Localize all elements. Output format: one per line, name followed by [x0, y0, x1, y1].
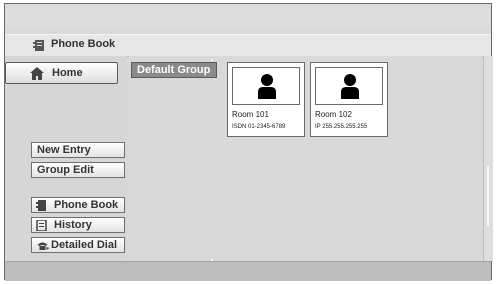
scrollbar-thumb[interactable]: [487, 166, 489, 226]
page-title: Phone Book: [51, 38, 116, 50]
entry-photo: [315, 67, 383, 105]
detailed-dial-button[interactable]: Detailed Dial: [31, 237, 125, 253]
entry-name: Room 101: [232, 110, 269, 119]
phone-book-label: Phone Book: [54, 199, 119, 211]
home-label: Home: [52, 67, 83, 79]
group-label: Default Group: [137, 64, 211, 76]
history-label: History: [54, 219, 92, 231]
phone-dial-icon: [37, 242, 50, 250]
new-entry-label: New Entry: [37, 144, 91, 156]
person-icon: [341, 74, 359, 99]
history-button[interactable]: History: [31, 217, 125, 233]
new-entry-button[interactable]: New Entry: [31, 142, 125, 158]
entry-address: ISDN 01-2345-6789: [232, 124, 286, 130]
history-icon: [36, 220, 47, 231]
phone-book-icon: [36, 200, 46, 211]
phone-book-entry-card[interactable]: Room 102 IP 255.255.255.255: [310, 62, 388, 137]
header-bar: Phone Book: [5, 34, 491, 57]
phone-book-button[interactable]: Phone Book: [31, 197, 125, 213]
detailed-dial-label: Detailed Dial: [51, 239, 118, 251]
person-icon: [258, 74, 276, 99]
bottom-status-bar: [5, 261, 491, 281]
entry-address: IP 255.255.255.255: [315, 124, 368, 130]
scroll-up-indicator: [211, 59, 213, 61]
entry-name: Room 102: [315, 110, 352, 119]
home-button[interactable]: Home: [5, 62, 118, 84]
phone-book-window: Phone Book Home New Entry Group Edit Pho…: [4, 3, 493, 281]
group-edit-button[interactable]: Group Edit: [31, 162, 125, 178]
phone-book-icon: [33, 40, 44, 51]
content-area: [129, 56, 482, 261]
phone-book-entry-card[interactable]: Room 101 ISDN 01-2345-6789: [227, 62, 305, 137]
top-band: [5, 4, 491, 30]
home-icon: [30, 67, 44, 80]
group-edit-label: Group Edit: [37, 164, 94, 176]
default-group-tab[interactable]: Default Group: [131, 62, 217, 78]
entry-photo: [232, 67, 300, 105]
scrollbar-track[interactable]: [483, 56, 493, 261]
